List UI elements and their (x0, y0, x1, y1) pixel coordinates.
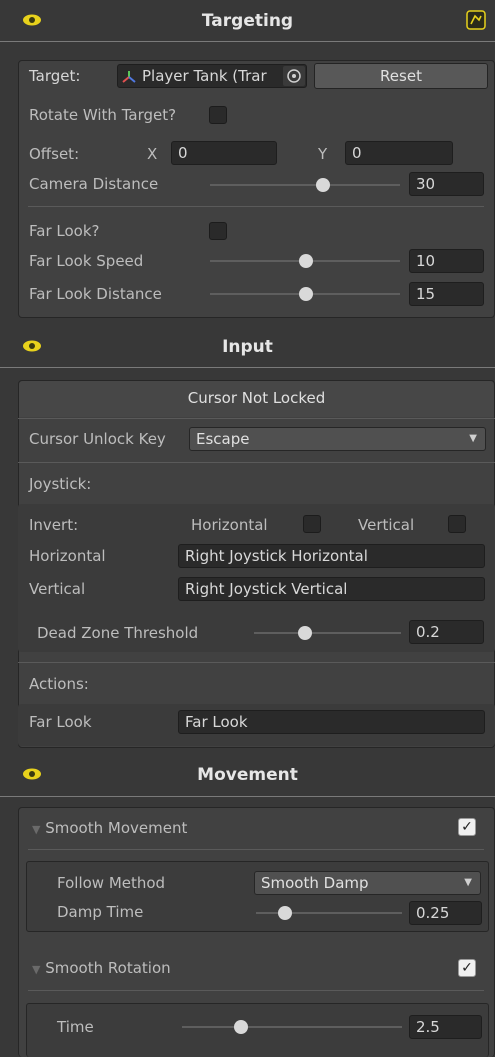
smooth-rotation-label: ▼ Smooth Rotation (32, 957, 171, 981)
offset-y-label[interactable]: Y (318, 143, 327, 165)
offset-y-field[interactable]: 0 (345, 141, 453, 165)
actions-label: Actions: (29, 675, 89, 693)
cursor-unlock-key-label: Cursor Unlock Key (29, 430, 166, 448)
divider (28, 206, 484, 207)
far-look-label: Far Look? (29, 222, 100, 240)
target-object-field[interactable]: Player Tank (Trar (117, 64, 307, 88)
joystick-label: Joystick: (29, 475, 92, 493)
horizontal-axis-field[interactable]: Right Joystick Horizontal (178, 544, 485, 568)
follow-method-dropdown[interactable]: Smooth Damp ▼ (254, 871, 481, 895)
offset-x-label[interactable]: X (147, 143, 157, 165)
offset-x-field[interactable]: 0 (171, 141, 277, 165)
time-slider-thumb[interactable] (234, 1020, 248, 1034)
damp-time-field[interactable]: 0.25 (409, 901, 482, 925)
input-title: Input (222, 337, 273, 357)
smooth-rotation-text: Smooth Rotation (45, 959, 171, 977)
cursor-unlock-key-dropdown[interactable]: Escape ▼ (189, 427, 486, 451)
invert-horizontal-checkbox[interactable] (303, 515, 321, 533)
invert-label: Invert: (29, 516, 79, 534)
far-look-speed-slider-thumb[interactable] (299, 254, 313, 268)
vertical-axis-field[interactable]: Right Joystick Vertical (178, 577, 485, 601)
dropdown-arrow-icon: ▼ (464, 877, 472, 888)
script-icon[interactable] (466, 10, 486, 30)
foldout-arrow-icon: ▼ (32, 823, 41, 836)
target-value: Player Tank (Trar (142, 67, 267, 85)
smooth-movement-label: ▼ Smooth Movement (32, 817, 187, 841)
invert-horizontal-label: Horizontal (191, 516, 268, 534)
far-look-distance-label: Far Look Distance (29, 285, 162, 303)
dead-zone-field[interactable]: 0.2 (409, 620, 484, 644)
camera-distance-slider-thumb[interactable] (316, 178, 330, 192)
time-label: Time (57, 1018, 94, 1036)
camera-distance-label: Camera Distance (29, 175, 159, 193)
checkmark-icon: ✓ (461, 819, 473, 835)
smooth-movement-checkbox[interactable]: ✓ (458, 818, 476, 836)
foldout-arrow-icon: ▼ (32, 963, 41, 976)
target-label: Target: (29, 67, 81, 85)
far-look-distance-field[interactable]: 15 (409, 282, 484, 306)
horizontal-axis-label: Horizontal (29, 547, 106, 565)
camera-distance-field[interactable]: 30 (409, 172, 484, 196)
camera-distance-slider-track[interactable] (210, 184, 400, 186)
dropdown-arrow-icon: ▼ (469, 433, 477, 444)
target-picker-icon (287, 69, 301, 83)
targeting-header: Targeting (0, 0, 495, 42)
vertical-axis-label: Vertical (29, 580, 86, 598)
damp-time-label: Damp Time (57, 903, 144, 921)
cursor-lock-button[interactable]: Cursor Not Locked (19, 381, 494, 417)
time-slider-track[interactable] (182, 1026, 402, 1028)
far-look-checkbox[interactable] (209, 222, 227, 240)
offset-label: Offset: (29, 145, 80, 163)
far-look-action-label: Far Look (29, 713, 92, 731)
dead-zone-slider-track[interactable] (254, 632, 401, 634)
cursor-unlock-key-value: Escape (196, 430, 250, 448)
follow-method-label: Follow Method (57, 874, 166, 892)
time-field[interactable]: 2.5 (409, 1015, 482, 1039)
input-header: Input (0, 326, 495, 368)
far-look-distance-slider-thumb[interactable] (299, 287, 313, 301)
divider (28, 990, 484, 991)
reset-button[interactable]: Reset (314, 63, 488, 89)
rotate-with-target-label: Rotate With Target? (29, 106, 177, 124)
divider (0, 796, 495, 797)
far-look-speed-label: Far Look Speed (29, 252, 144, 270)
smooth-movement-text: Smooth Movement (45, 819, 188, 837)
checkmark-icon: ✓ (461, 960, 473, 976)
movement-header: Movement (0, 754, 495, 796)
far-look-speed-field[interactable]: 10 (409, 249, 484, 273)
targeting-title: Targeting (201, 11, 294, 31)
rotate-with-target-checkbox[interactable] (209, 106, 227, 124)
transform-icon (122, 71, 136, 83)
dead-zone-slider-thumb[interactable] (298, 626, 312, 640)
dead-zone-threshold-label: Dead Zone Threshold (37, 624, 199, 642)
damp-time-slider-thumb[interactable] (278, 906, 292, 920)
target-picker-button[interactable] (283, 66, 305, 86)
invert-vertical-label: Vertical (358, 516, 415, 534)
invert-vertical-checkbox[interactable] (448, 515, 466, 533)
divider (18, 662, 495, 663)
movement-title: Movement (197, 765, 298, 785)
divider (18, 462, 495, 463)
follow-method-value: Smooth Damp (261, 874, 369, 892)
far-look-action-field[interactable]: Far Look (178, 710, 485, 734)
divider (28, 849, 484, 850)
smooth-rotation-checkbox[interactable]: ✓ (458, 959, 476, 977)
divider (18, 418, 495, 419)
